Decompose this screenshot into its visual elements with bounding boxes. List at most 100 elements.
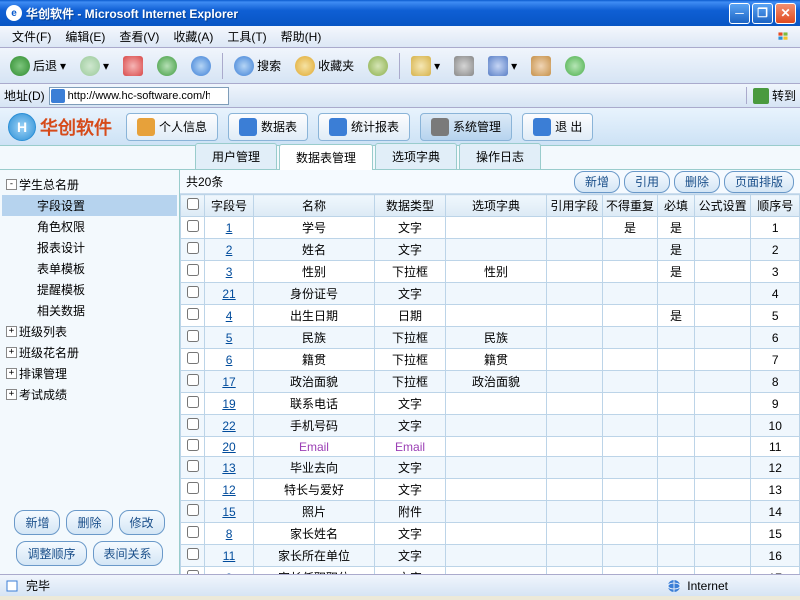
row-checkbox[interactable] xyxy=(187,396,199,408)
nav-0[interactable]: 个人信息 xyxy=(126,113,218,141)
col-header[interactable]: 必填 xyxy=(658,195,694,217)
field-no-link[interactable]: 1 xyxy=(226,221,233,235)
tree-item[interactable]: +排课管理 xyxy=(2,363,177,384)
stop-button[interactable] xyxy=(117,53,149,79)
side-btn[interactable]: 表间关系 xyxy=(93,541,163,566)
expand-icon[interactable]: + xyxy=(6,326,17,337)
table-row[interactable]: 22手机号码文字10 xyxy=(181,415,800,437)
discuss-button[interactable] xyxy=(525,53,557,79)
col-header[interactable]: 公式设置 xyxy=(694,195,751,217)
col-header[interactable]: 顺序号 xyxy=(751,195,800,217)
table-row[interactable]: 11家长所在单位文字16 xyxy=(181,545,800,567)
close-button[interactable]: ✕ xyxy=(775,3,796,24)
tree-item[interactable]: 字段设置 xyxy=(2,195,177,216)
field-no-link[interactable]: 5 xyxy=(226,331,233,345)
print-button[interactable] xyxy=(448,53,480,79)
maximize-button[interactable]: ❐ xyxy=(752,3,773,24)
table-row[interactable]: 17政治面貌下拉框政治面貌8 xyxy=(181,371,800,393)
field-no-link[interactable]: 17 xyxy=(222,375,235,389)
row-checkbox[interactable] xyxy=(187,418,199,430)
table-row[interactable]: 1学号文字是是1 xyxy=(181,217,800,239)
tree-item[interactable]: 相关数据 xyxy=(2,300,177,321)
tree-item[interactable]: +考试成绩 xyxy=(2,384,177,405)
row-checkbox[interactable] xyxy=(187,330,199,342)
field-no-link[interactable]: 21 xyxy=(222,287,235,301)
table-row[interactable]: 3性别下拉框性别是3 xyxy=(181,261,800,283)
action-btn[interactable]: 新增 xyxy=(574,171,620,193)
expand-icon[interactable]: + xyxy=(6,368,17,379)
col-header[interactable]: 选项字典 xyxy=(445,195,546,217)
col-header[interactable]: 不得重复 xyxy=(602,195,658,217)
field-no-link[interactable]: 9 xyxy=(226,571,233,575)
favorites-button[interactable]: 收藏夹 xyxy=(289,53,360,79)
action-btn[interactable]: 引用 xyxy=(624,171,670,193)
tree-item[interactable]: 表单模板 xyxy=(2,258,177,279)
menu-view[interactable]: 查看(V) xyxy=(113,26,165,47)
table-row[interactable]: 12特长与爱好文字13 xyxy=(181,479,800,501)
table-row[interactable]: 20EmailEmail11 xyxy=(181,437,800,457)
table-row[interactable]: 8家长姓名文字15 xyxy=(181,523,800,545)
expand-icon[interactable]: + xyxy=(6,389,17,400)
field-no-link[interactable]: 8 xyxy=(226,527,233,541)
nav-3[interactable]: 系统管理 xyxy=(420,113,512,141)
row-checkbox[interactable] xyxy=(187,308,199,320)
col-header[interactable]: 字段号 xyxy=(205,195,254,217)
field-no-link[interactable]: 3 xyxy=(226,265,233,279)
table-row[interactable]: 5民族下拉框民族6 xyxy=(181,327,800,349)
subtab-0[interactable]: 用户管理 xyxy=(195,143,277,169)
tree-item[interactable]: 报表设计 xyxy=(2,237,177,258)
table-row[interactable]: 4出生日期日期是5 xyxy=(181,305,800,327)
expand-icon[interactable]: + xyxy=(6,347,17,358)
field-no-link[interactable]: 2 xyxy=(226,243,233,257)
row-checkbox[interactable] xyxy=(187,220,199,232)
side-btn[interactable]: 删除 xyxy=(66,510,112,535)
side-btn[interactable]: 调整顺序 xyxy=(16,541,86,566)
field-no-link[interactable]: 11 xyxy=(223,549,235,563)
row-checkbox[interactable] xyxy=(187,526,199,538)
tree-item[interactable]: 提醒模板 xyxy=(2,279,177,300)
table-row[interactable]: 21身份证号文字4 xyxy=(181,283,800,305)
nav-2[interactable]: 统计报表 xyxy=(318,113,410,141)
menu-fav[interactable]: 收藏(A) xyxy=(167,26,219,47)
field-no-link[interactable]: 6 xyxy=(226,353,233,367)
row-checkbox[interactable] xyxy=(187,482,199,494)
edit-button[interactable]: ▾ xyxy=(482,53,523,79)
tree-item[interactable]: -学生总名册 xyxy=(2,174,177,195)
subtab-1[interactable]: 数据表管理 xyxy=(279,144,373,170)
table-row[interactable]: 13毕业去向文字12 xyxy=(181,457,800,479)
col-header[interactable]: 名称 xyxy=(253,195,374,217)
row-checkbox[interactable] xyxy=(187,242,199,254)
address-input[interactable] xyxy=(49,87,229,105)
nav-4[interactable]: 退 出 xyxy=(522,113,593,141)
row-checkbox[interactable] xyxy=(187,374,199,386)
menu-edit[interactable]: 编辑(E) xyxy=(59,26,111,47)
table-row[interactable]: 6籍贯下拉框籍贯7 xyxy=(181,349,800,371)
search-button[interactable]: 搜索 xyxy=(228,53,287,79)
table-row[interactable]: 15照片附件14 xyxy=(181,501,800,523)
field-no-link[interactable]: 19 xyxy=(222,397,235,411)
go-button[interactable]: 转到 xyxy=(746,87,796,104)
field-no-link[interactable]: 20 xyxy=(222,440,235,454)
row-checkbox[interactable] xyxy=(187,439,199,451)
action-btn[interactable]: 页面排版 xyxy=(724,171,794,193)
field-no-link[interactable]: 22 xyxy=(222,419,235,433)
tree-item[interactable]: 角色权限 xyxy=(2,216,177,237)
field-no-link[interactable]: 13 xyxy=(222,461,235,475)
select-all-checkbox[interactable] xyxy=(187,198,199,210)
refresh-button[interactable] xyxy=(151,53,183,79)
minimize-button[interactable]: ─ xyxy=(729,3,750,24)
row-checkbox[interactable] xyxy=(187,504,199,516)
row-checkbox[interactable] xyxy=(187,264,199,276)
field-no-link[interactable]: 15 xyxy=(222,505,235,519)
menu-tools[interactable]: 工具(T) xyxy=(221,26,272,47)
row-checkbox[interactable] xyxy=(187,286,199,298)
back-button[interactable]: 后退 ▾ xyxy=(4,53,72,79)
side-btn[interactable]: 新增 xyxy=(14,510,60,535)
col-header[interactable]: 数据类型 xyxy=(375,195,446,217)
history-button[interactable] xyxy=(362,53,394,79)
forward-button[interactable]: ▾ xyxy=(74,53,115,79)
menu-help[interactable]: 帮助(H) xyxy=(275,26,328,47)
mail-button[interactable]: ▾ xyxy=(405,53,446,79)
subtab-3[interactable]: 操作日志 xyxy=(459,143,541,169)
home-button[interactable] xyxy=(185,53,217,79)
